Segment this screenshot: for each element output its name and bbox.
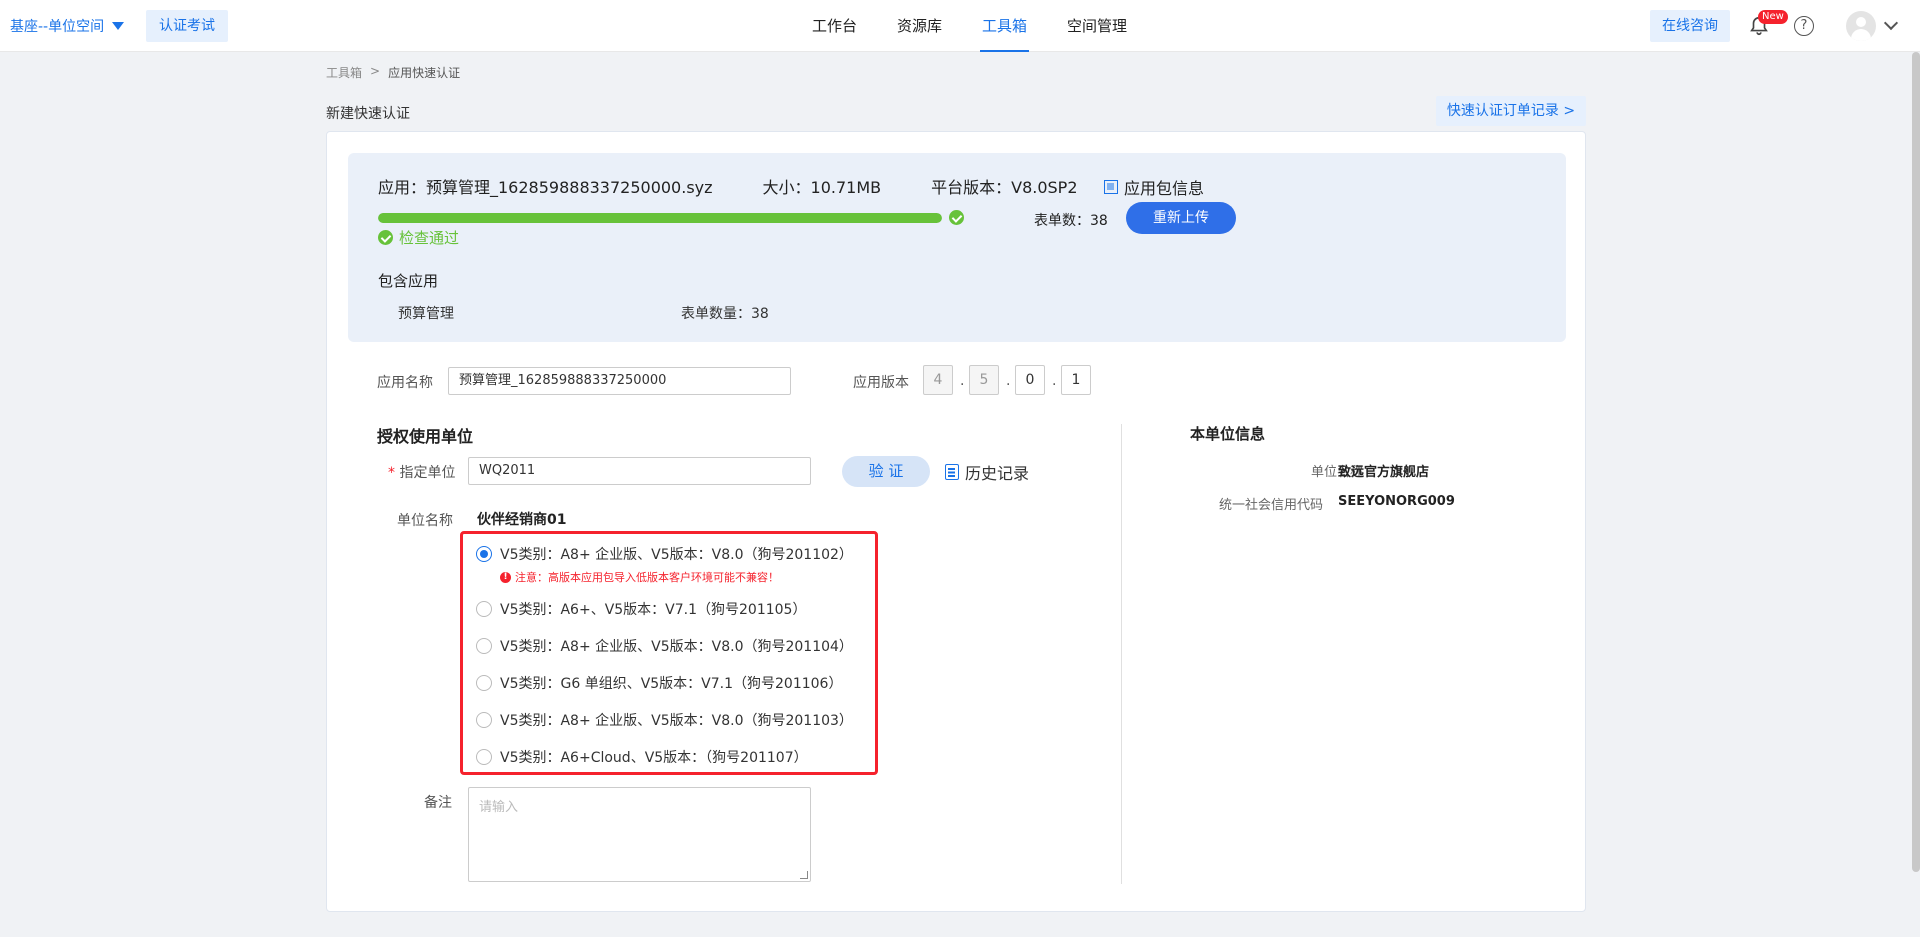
check-status-text: 检查通过 (399, 229, 460, 247)
edition-option-label: V5类别：G6 单组织、V5版本：V7.1（狗号201106） (500, 676, 843, 692)
version-separator: . (1052, 373, 1057, 389)
compat-warning-text: 注意：高版本应用包导入低版本客户环境可能不兼容！ (515, 571, 779, 584)
package-app-name: 应用：预算管理_162859888337250000.syz (378, 178, 713, 197)
edition-option[interactable]: V5类别：A8+ 企业版、V5版本：V8.0（狗号201104） (476, 636, 853, 656)
breadcrumb-toolbox[interactable]: 工具箱 (326, 64, 362, 81)
edition-options-highlight: V5类别：A8+ 企业版、V5版本：V8.0（狗号201102） ! 注意：高版… (460, 531, 878, 775)
radio-button[interactable] (476, 712, 492, 728)
package-icon (1104, 180, 1118, 194)
contains-form-count: 表单数量：38 (681, 306, 769, 322)
package-info-label: 应用包信息 (1124, 179, 1205, 198)
required-mark: * (388, 465, 395, 481)
edition-option-label: V5类别：A6+、V5版本：V7.1（狗号201105） (500, 602, 807, 618)
radio-button[interactable] (476, 675, 492, 691)
avatar[interactable] (1846, 11, 1876, 41)
column-divider (1121, 424, 1122, 884)
org-info-title: 本单位信息 (1190, 425, 1266, 443)
radio-button[interactable] (476, 546, 492, 562)
app-name-label: 应用名称 (377, 375, 433, 391)
breadcrumb-separator: > (370, 64, 381, 78)
version-major-input: 4 (923, 365, 953, 395)
unit-code-input[interactable]: WQ2011 (468, 457, 811, 485)
edition-option-label: V5类别：A6+Cloud、V5版本：（狗号201107） (500, 750, 808, 766)
remark-placeholder: 请输入 (479, 800, 519, 815)
history-label: 历史记录 (965, 464, 1030, 483)
credit-code-label: 统一社会信用代码 (1218, 498, 1323, 513)
credit-code-value: SEEYONORG009 (1338, 494, 1455, 509)
caret-down-icon (112, 22, 125, 30)
contains-app-name: 预算管理 (398, 306, 454, 322)
online-consult-button[interactable]: 在线咨询 (1650, 10, 1730, 42)
check-progress-fill (378, 213, 942, 223)
check-circle-icon (949, 210, 964, 225)
app-name-input[interactable]: 预算管理_162859888337250000 (448, 367, 791, 395)
radio-button[interactable] (476, 601, 492, 617)
radio-button[interactable] (476, 749, 492, 765)
main-nav: 工作台 资源库 工具箱 空间管理 (792, 0, 1147, 52)
space-switcher[interactable]: 基座--单位空间 (10, 16, 125, 36)
specified-unit-label: * 指定单位 (388, 462, 455, 482)
reupload-button[interactable]: 重新上传 (1126, 202, 1236, 234)
nav-toolbox[interactable]: 工具箱 (962, 0, 1047, 52)
breadcrumb-current: 应用快速认证 (388, 66, 461, 80)
version-build-input[interactable]: 1 (1061, 365, 1091, 395)
help-icon[interactable]: ? (1794, 16, 1814, 36)
version-patch-input[interactable]: 0 (1015, 365, 1045, 395)
main-panel: 应用：预算管理_162859888337250000.syz 大小：10.71M… (326, 131, 1586, 912)
package-info-box: 应用：预算管理_162859888337250000.syz 大小：10.71M… (348, 153, 1566, 342)
quick-cert-records-link[interactable]: 快速认证订单记录 > (1436, 96, 1586, 126)
history-link[interactable]: 历史记录 (945, 460, 1029, 484)
org-name-value: 致远官方旗舰店 (1338, 465, 1430, 480)
version-minor-input: 5 (969, 365, 999, 395)
check-status: 检查通过 (378, 227, 459, 248)
remark-textarea[interactable]: 请输入 (468, 787, 811, 882)
version-separator: . (1006, 373, 1011, 389)
new-badge: New (1758, 10, 1788, 24)
history-icon (945, 464, 959, 480)
top-bar: 基座--单位空间 认证考试 工作台 资源库 工具箱 空间管理 在线咨询 New … (0, 0, 1920, 52)
contains-apps-title: 包含应用 (378, 272, 439, 290)
breadcrumb: 工具箱 > 应用快速认证 (326, 64, 460, 81)
check-progress-bar (378, 213, 942, 223)
edition-option[interactable]: V5类别：G6 单组织、V5版本：V7.1（狗号201106） (476, 673, 842, 693)
auth-section-title: 授权使用单位 (377, 427, 474, 446)
edition-option-label: V5类别：A8+ 企业版、V5版本：V8.0（狗号201104） (500, 639, 853, 655)
edition-option[interactable]: V5类别：A8+ 企业版、V5版本：V8.0（狗号201103） (476, 710, 853, 730)
remark-label: 备注 (424, 795, 452, 811)
verify-button[interactable]: 验 证 (842, 456, 930, 487)
nav-space-management[interactable]: 空间管理 (1047, 0, 1147, 52)
package-platform-version: 平台版本：V8.0SP2 (931, 178, 1078, 197)
edition-option[interactable]: V5类别：A8+ 企业版、V5版本：V8.0（狗号201102） (476, 544, 853, 564)
edition-option[interactable]: V5类别：A6+、V5版本：V7.1（狗号201105） (476, 599, 806, 619)
compat-warning: ! 注意：高版本应用包导入低版本客户环境可能不兼容！ (500, 569, 779, 585)
unit-name-label: 单位名称 (397, 513, 453, 529)
page-scrollbar[interactable] (1912, 52, 1920, 872)
specified-unit-label-text: 指定单位 (399, 465, 456, 481)
radio-button[interactable] (476, 638, 492, 654)
warning-icon: ! (500, 571, 511, 583)
edition-option-label: V5类别：A8+ 企业版、V5版本：V8.0（狗号201103） (500, 713, 853, 729)
nav-workbench[interactable]: 工作台 (792, 0, 877, 52)
edition-option[interactable]: V5类别：A6+Cloud、V5版本：（狗号201107） (476, 747, 808, 767)
app-version-label: 应用版本 (853, 375, 909, 391)
version-separator: . (960, 373, 965, 389)
unit-name-value: 伙伴经销商01 (477, 512, 567, 528)
check-circle-icon (378, 230, 393, 245)
edition-option-label: V5类别：A8+ 企业版、V5版本：V8.0（狗号201102） (500, 547, 853, 563)
form-count: 表单数：38 (1034, 213, 1108, 229)
package-info-link[interactable]: 应用包信息 (1104, 175, 1204, 199)
space-name: 基座--单位空间 (10, 19, 105, 35)
nav-resources[interactable]: 资源库 (877, 0, 962, 52)
chevron-down-icon[interactable] (1883, 15, 1899, 31)
page-title: 新建快速认证 (326, 106, 410, 122)
resize-handle-icon[interactable] (800, 871, 808, 879)
package-summary: 应用：预算管理_162859888337250000.syz 大小：10.71M… (378, 174, 1128, 198)
exam-button[interactable]: 认证考试 (146, 10, 228, 42)
package-size: 大小：10.71MB (762, 178, 882, 197)
